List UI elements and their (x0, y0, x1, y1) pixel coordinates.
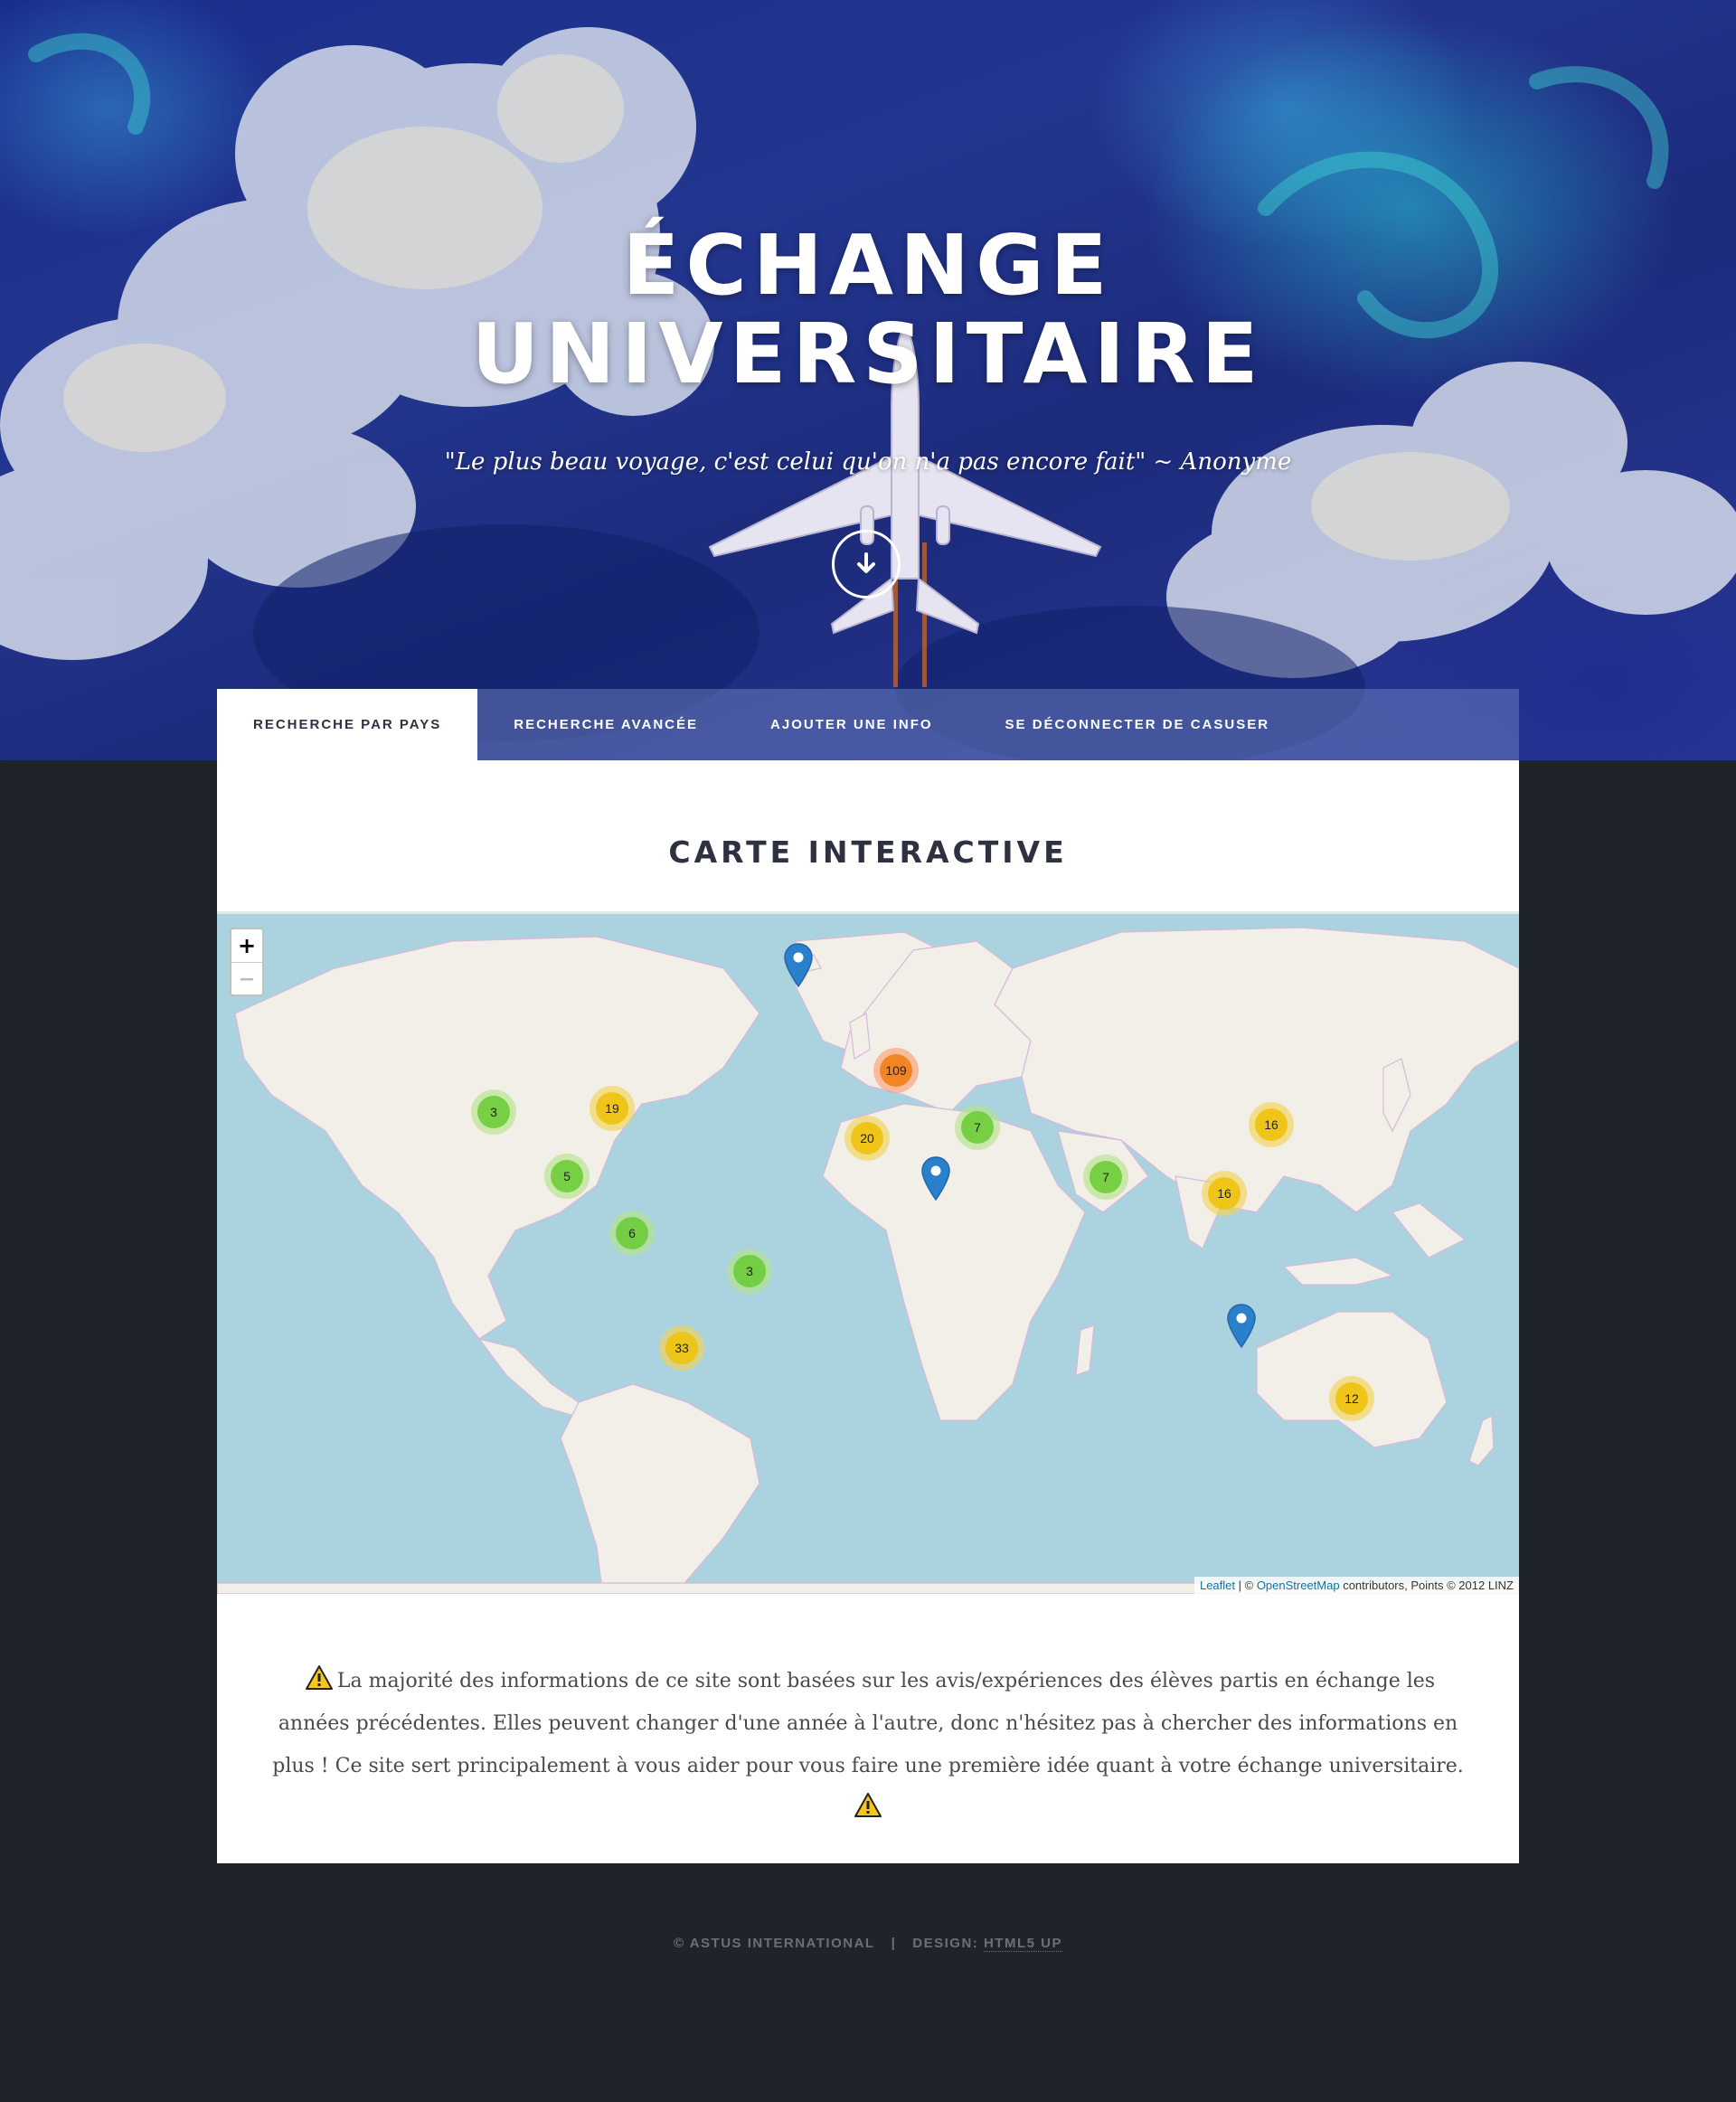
map-cluster[interactable]: 16 (1202, 1171, 1247, 1216)
cluster-count: 19 (596, 1092, 628, 1125)
hero-banner: ÉCHANGE UNIVERSITAIRE "Le plus beau voya… (0, 0, 1736, 760)
disclaimer-notice: La majorité des informations de ce site … (271, 1660, 1465, 1830)
cluster-count: 7 (1090, 1161, 1122, 1193)
map-cluster[interactable]: 16 (1249, 1102, 1294, 1147)
interactive-map[interactable]: + − 109 3 19 5 6 3 33 20 7 7 16 16 12 Le… (217, 911, 1519, 1594)
hero-title: ÉCHANGE UNIVERSITAIRE (0, 222, 1736, 399)
attribution-text: contributors, Points © 2012 LINZ (1339, 1579, 1514, 1592)
footer-copyright: © ASTUS INTERNATIONAL (674, 1936, 875, 1951)
map-cluster[interactable]: 7 (955, 1105, 1000, 1150)
map-cluster[interactable]: 5 (544, 1154, 590, 1199)
cluster-count: 33 (665, 1332, 698, 1364)
zoom-out-button[interactable]: − (231, 962, 262, 995)
warning-icon (305, 1665, 333, 1690)
arrow-down-icon (857, 552, 875, 573)
cluster-count: 3 (733, 1255, 766, 1287)
map-cluster[interactable]: 19 (590, 1086, 635, 1131)
main-content: CARTE INTERACTIVE + − 109 3 19 5 6 3 33 … (217, 760, 1519, 1863)
nav-item-ajouter-une-info[interactable]: Ajouter une info (734, 689, 969, 760)
footer-separator: | (891, 1936, 897, 1951)
disclaimer-text: La majorité des informations de ce site … (272, 1670, 1464, 1777)
map-marker-icon[interactable] (783, 943, 814, 988)
scroll-down-button[interactable] (832, 530, 901, 599)
map-cluster[interactable]: 3 (471, 1089, 516, 1135)
hero-title-line1: ÉCHANGE (622, 217, 1114, 314)
cluster-count: 5 (551, 1160, 583, 1192)
cluster-count: 20 (851, 1122, 883, 1155)
map-cluster[interactable]: 6 (609, 1211, 655, 1256)
cluster-count: 7 (961, 1111, 994, 1144)
zoom-in-button[interactable]: + (231, 929, 262, 962)
section-title: CARTE INTERACTIVE (668, 834, 1068, 870)
hero-quote: "Le plus beau voyage, c'est celui qu'on … (444, 448, 1292, 476)
zoom-control: + − (230, 928, 264, 996)
cluster-count: 3 (477, 1096, 510, 1128)
cluster-count: 109 (880, 1054, 912, 1087)
map-tiles (217, 927, 1519, 1594)
leaflet-link[interactable]: Leaflet (1200, 1579, 1235, 1592)
footer-design-link[interactable]: HTML5 UP (983, 1936, 1062, 1952)
cluster-count: 16 (1208, 1177, 1241, 1210)
map-cluster[interactable]: 20 (844, 1116, 890, 1161)
map-cluster[interactable]: 33 (659, 1325, 704, 1371)
map-cluster[interactable]: 109 (873, 1048, 919, 1093)
openstreetmap-link[interactable]: OpenStreetMap (1257, 1579, 1340, 1592)
map-cluster[interactable]: 12 (1329, 1376, 1374, 1421)
nav-item-recherche-avancee[interactable]: Recherche avancée (477, 689, 734, 760)
map-marker-icon[interactable] (1226, 1304, 1257, 1349)
cluster-count: 12 (1335, 1382, 1368, 1415)
attribution-separator: | © (1235, 1579, 1257, 1592)
hero-title-line2: UNIVERSITAIRE (471, 306, 1265, 402)
footer-design-label: DESIGN: (912, 1936, 984, 1951)
warning-icon (854, 1793, 882, 1817)
map-cluster[interactable]: 3 (727, 1249, 772, 1294)
map-cluster[interactable]: 7 (1083, 1155, 1128, 1200)
cluster-count: 6 (616, 1217, 648, 1249)
nav-item-recherche-par-pays[interactable]: Recherche par pays (217, 689, 478, 760)
footer: © ASTUS INTERNATIONAL | DESIGN: HTML5 UP (0, 1936, 1736, 1952)
map-marker-icon[interactable] (920, 1156, 951, 1202)
nav-item-se-deconnecter[interactable]: Se déconnecter de CASUSER (969, 689, 1307, 760)
map-attribution: Leaflet | © OpenStreetMap contributors, … (1194, 1577, 1519, 1594)
cluster-count: 16 (1255, 1108, 1288, 1141)
main-nav: Recherche par pays Recherche avancée Ajo… (217, 689, 1519, 760)
